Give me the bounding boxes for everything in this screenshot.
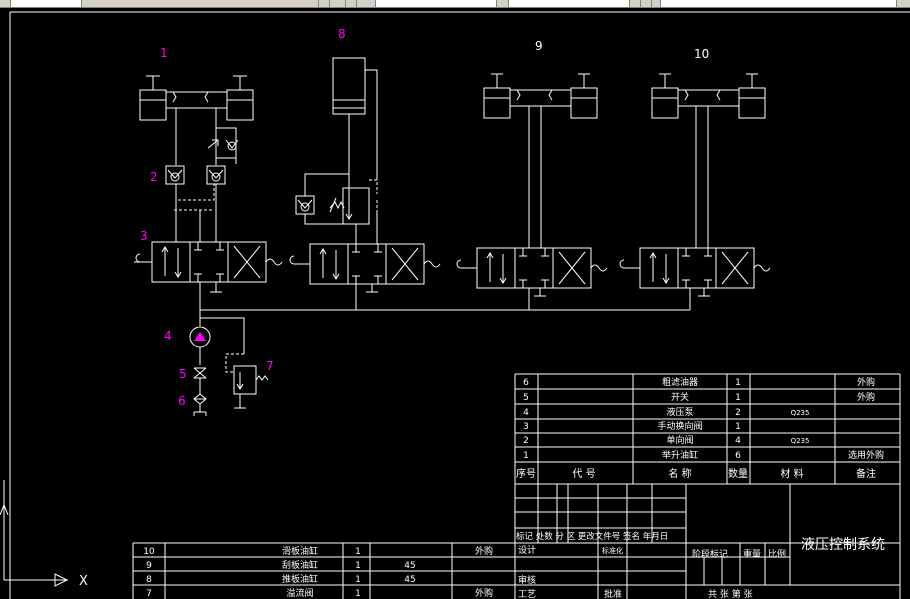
bom-material: Q235 (791, 437, 810, 445)
bom-note: 外购 (475, 545, 493, 557)
label-3: 3 (140, 229, 148, 243)
bom-name: 滑板油缸 (282, 545, 318, 557)
hydraulic-schematic-canvas[interactable]: 1 2 3 4 5 6 7 8 9 10 6 粗滤油器 1 外购 5 开关 1 (0, 0, 910, 599)
bom-header-qty: 数量 (728, 467, 748, 480)
bom-qty: 1 (735, 393, 741, 403)
cylinder-group-10 (651, 73, 766, 248)
label-4: 4 (164, 329, 172, 343)
label-5: 5 (179, 367, 187, 381)
label-7: 7 (266, 359, 274, 373)
bom-header-seq: 序号 (516, 467, 536, 480)
bom-material: 45 (404, 575, 415, 585)
directional-valve-10 (619, 247, 771, 310)
bom-name: 推板油缸 (282, 573, 318, 585)
bom-qty: 1 (735, 422, 741, 432)
weight-label: 重量 (743, 548, 761, 560)
bom-qty: 1 (355, 575, 361, 585)
bom-seq: 7 (146, 589, 152, 599)
pump-and-supply (189, 310, 269, 416)
bom-seq: 6 (523, 378, 529, 388)
directional-valve-9 (456, 247, 608, 310)
bom-note: 外购 (857, 376, 875, 388)
bom-qty: 1 (355, 589, 361, 599)
cylinder-group-9 (483, 73, 598, 248)
bom-lower: 10 滑板油缸 1 外购 9 刮板油缸 1 45 8 推板油缸 1 45 7 溢… (143, 545, 493, 599)
bom-lower-grid (132, 542, 515, 599)
ucs-x-label: X (79, 574, 88, 589)
stage-label: 阶段标记 (692, 548, 728, 560)
process-label: 工艺 (518, 589, 536, 599)
bom-name: 开关 (671, 391, 689, 403)
bom-note: 外购 (857, 391, 875, 403)
bom-seq: 3 (523, 422, 529, 432)
label-6: 6 (178, 394, 186, 408)
standard-label: 标准化 (602, 546, 623, 555)
title-block: 标记 处数 分 区 更改文件号 签名 年月日 设计 标准化 审核 工艺 批准 阶… (516, 531, 885, 599)
bom-header-name: 名 称 (668, 467, 691, 480)
bom-qty: 1 (355, 547, 361, 557)
bom-seq: 10 (143, 547, 155, 557)
bom-note: 外购 (475, 587, 493, 599)
bom-qty: 1 (355, 561, 361, 571)
bom-seq: 2 (523, 436, 529, 446)
bom-seq: 4 (523, 408, 529, 418)
pump-triangle (194, 332, 206, 341)
bom-qty: 6 (735, 451, 741, 461)
bom-name: 粗滤油器 (662, 376, 698, 388)
bom-upper-grid (514, 373, 901, 599)
bom-name: 举升油缸 (662, 449, 698, 461)
bom-seq: 8 (146, 575, 152, 585)
bom-material: 45 (404, 561, 415, 571)
bom-name: 手动换向阀 (657, 420, 702, 432)
sheets-label: 共 张 第 张 (708, 588, 753, 599)
bom-qty: 1 (735, 378, 741, 388)
revision-header: 标记 处数 分 区 更改文件号 签名 年月日 (516, 531, 668, 542)
directional-valve-3 (134, 241, 283, 310)
check-valves-2 (165, 165, 226, 242)
bom-header-note: 备注 (856, 467, 876, 480)
cylinder-group-1 (139, 75, 254, 165)
label-1: 1 (160, 46, 168, 60)
bom-header-material: 材 料 (780, 467, 803, 480)
bom-header-code: 代 号 (572, 468, 595, 480)
label-2: 2 (150, 170, 158, 184)
approve-label: 批准 (604, 588, 622, 599)
scale-label: 比例 (768, 548, 786, 560)
bom-upper: 6 粗滤油器 1 外购 5 开关 1 外购 4 液压泵 2 Q235 3 手动换… (516, 376, 884, 480)
bom-name: 刮板油缸 (282, 559, 318, 571)
bom-qty: 2 (735, 408, 741, 418)
drawing-title: 液压控制系统 (801, 537, 885, 553)
bom-name: 溢流阀 (286, 587, 313, 599)
bom-qty: 4 (735, 436, 741, 446)
bom-seq: 1 (523, 451, 529, 461)
label-10: 10 (694, 47, 709, 61)
directional-valve-8 (289, 243, 441, 310)
bom-seq: 5 (523, 393, 529, 403)
bom-material: Q235 (791, 409, 810, 417)
review-label: 审核 (518, 574, 536, 586)
cylinder-group-8 (295, 57, 378, 244)
bom-name: 单向阀 (666, 434, 693, 446)
bom-name: 液压泵 (666, 406, 693, 418)
bom-seq: 9 (146, 561, 152, 571)
bom-note: 选用外购 (848, 449, 884, 461)
label-9: 9 (535, 39, 543, 53)
label-8: 8 (338, 27, 346, 41)
component-labels: 1 2 3 4 5 6 7 8 9 10 (140, 27, 709, 408)
design-label: 设计 (518, 544, 536, 556)
